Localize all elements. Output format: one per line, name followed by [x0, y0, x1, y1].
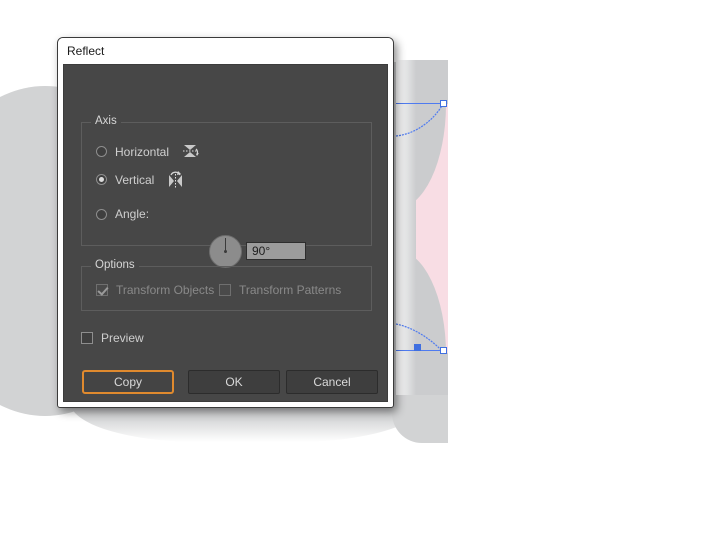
angle-dial-hub	[224, 250, 227, 253]
artwork-shape-bottom-shadow	[70, 402, 425, 442]
radio-vertical[interactable]	[96, 174, 107, 185]
angle-input[interactable]: 90°	[246, 242, 306, 260]
copy-button[interactable]: Copy	[82, 370, 174, 394]
axis-group-label: Axis	[91, 115, 121, 127]
vector-path-curve	[396, 103, 444, 353]
cancel-button[interactable]: Cancel	[286, 370, 378, 394]
checkbox-transform-patterns	[219, 284, 231, 296]
radio-row-angle[interactable]: Angle:	[96, 207, 149, 221]
radio-vertical-label: Vertical	[115, 172, 155, 187]
artwork-white-area-right	[448, 0, 717, 534]
path-anchor-selected[interactable]	[414, 344, 421, 351]
reflect-vertical-icon	[169, 171, 183, 188]
dialog-titlebar[interactable]: Reflect	[58, 38, 393, 64]
dialog-body: Axis Horizontal Vertical Angle: 90° Opti…	[63, 64, 388, 402]
radio-angle[interactable]	[96, 208, 107, 220]
path-anchor-bottom[interactable]	[440, 347, 447, 354]
checkbox-row-preview[interactable]: Preview	[81, 331, 144, 345]
checkbox-transform-objects	[96, 284, 108, 296]
reflect-dialog[interactable]: Reflect Axis Horizontal Vertical Angle: …	[57, 37, 394, 408]
radio-angle-label: Angle:	[115, 207, 150, 221]
radio-horizontal[interactable]	[96, 146, 107, 157]
checkbox-row-transform-patterns: Transform Patterns	[219, 283, 341, 297]
dialog-title: Reflect	[67, 44, 105, 58]
artwork-shape-corner-tab	[392, 395, 448, 443]
checkbox-transform-patterns-label: Transform Patterns	[239, 283, 342, 297]
reflect-horizontal-icon	[183, 145, 200, 157]
checkbox-preview[interactable]	[81, 332, 93, 344]
path-anchor-top[interactable]	[440, 100, 447, 107]
angle-dial[interactable]	[209, 235, 242, 268]
options-group-label: Options	[91, 259, 139, 271]
radio-horizontal-label: Horizontal	[115, 144, 170, 159]
checkbox-preview-label: Preview	[101, 331, 144, 345]
checkbox-row-transform-objects: Transform Objects	[96, 283, 214, 297]
checkbox-transform-objects-label: Transform Objects	[116, 283, 215, 297]
ok-button[interactable]: OK	[188, 370, 280, 394]
radio-row-vertical[interactable]: Vertical	[96, 170, 185, 189]
radio-row-horizontal[interactable]: Horizontal	[96, 142, 200, 161]
